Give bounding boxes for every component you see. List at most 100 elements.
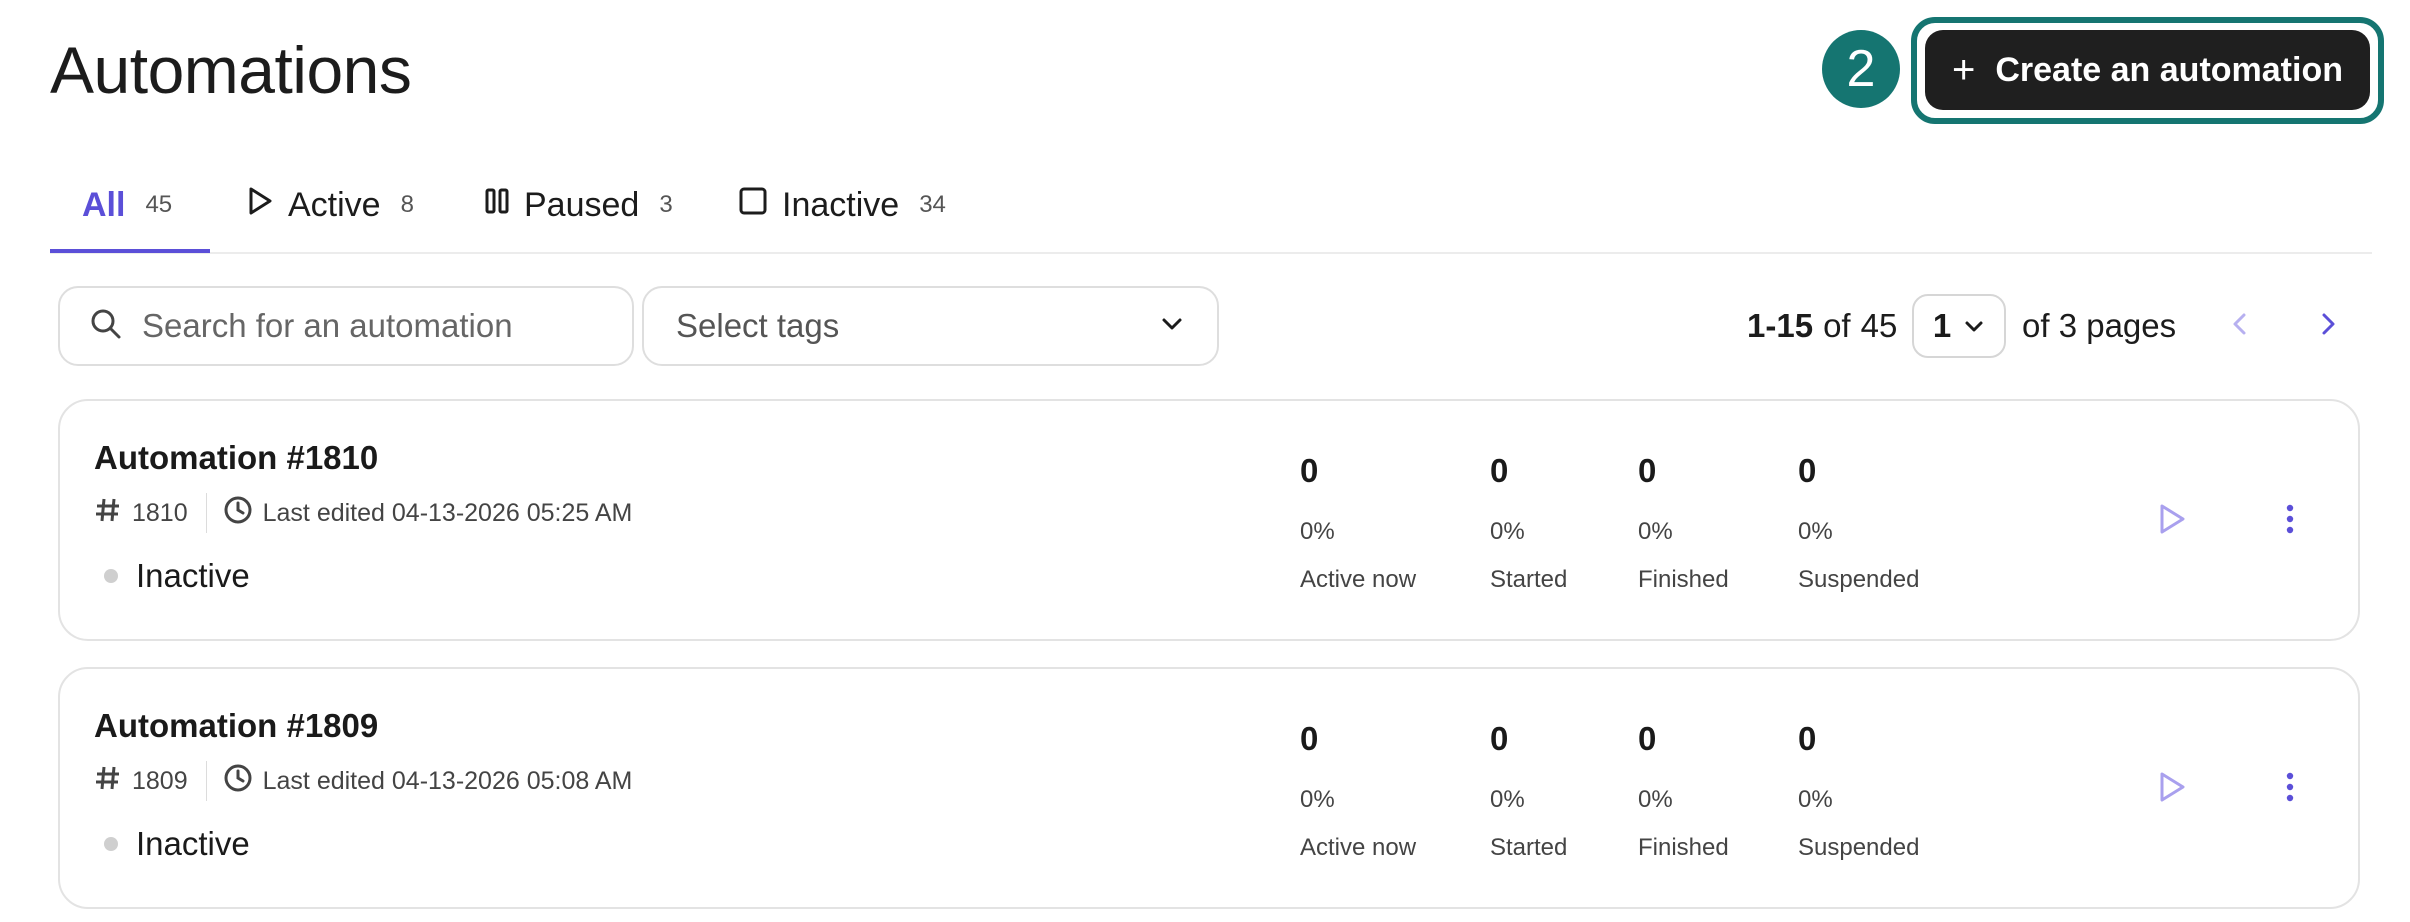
page-count: of 3 pages	[2022, 307, 2177, 344]
chevron-left-icon	[2229, 309, 2251, 344]
metric-label: Finished	[1638, 566, 1729, 593]
last-edited-text: Last edited 04-13-2026 05:25 AM	[262, 498, 633, 527]
metric-percent: 0%	[1638, 518, 1673, 545]
metric-percent: 0%	[1638, 786, 1673, 813]
activate-button[interactable]	[2152, 501, 2192, 541]
status-label: Inactive	[136, 825, 250, 862]
metric-value: 0	[1300, 720, 1319, 757]
metric-suspended: 0 0% Suspended	[1798, 719, 1919, 863]
metric-label: Suspended	[1798, 566, 1920, 593]
metric-label: Suspended	[1798, 834, 1920, 861]
pause-icon	[484, 186, 510, 225]
next-page-button[interactable]	[2308, 305, 2348, 347]
create-automation-label: Create an automation	[1995, 50, 2343, 89]
search-input[interactable]	[140, 306, 604, 346]
tab-count: 34	[919, 191, 946, 218]
activate-button[interactable]	[2152, 769, 2192, 809]
more-options-button[interactable]	[2270, 767, 2310, 811]
more-vertical-icon	[2285, 771, 2295, 808]
metric-percent: 0%	[1300, 786, 1335, 813]
last-edited: Last edited 04-13-2026 05:08 AM	[223, 763, 633, 800]
automation-id-value: 1810	[132, 498, 188, 527]
tags-placeholder: Select tags	[676, 307, 840, 344]
page-select[interactable]: 1	[1912, 294, 2006, 358]
previous-page-button[interactable]	[2220, 305, 2260, 347]
chevron-down-icon	[1963, 307, 1985, 345]
status-dot	[104, 837, 118, 851]
tab-paused[interactable]: Paused 3	[484, 158, 673, 252]
tab-label: Inactive	[782, 185, 900, 224]
tab-all[interactable]: All 45	[82, 158, 172, 252]
metric-label: Started	[1490, 834, 1568, 861]
metric-label: Finished	[1638, 834, 1729, 861]
tab-count: 45	[145, 191, 173, 218]
automation-status: Inactive	[104, 557, 250, 595]
meta-divider	[205, 493, 207, 533]
automation-title[interactable]: Automation #1809	[94, 707, 378, 745]
current-page: 1	[1932, 307, 1952, 344]
metric-percent: 0%	[1798, 786, 1833, 813]
automation-card[interactable]: Automation #1810 1810 Last edited 04-13-…	[58, 399, 2360, 641]
tags-select[interactable]: Select tags	[642, 286, 1219, 366]
metric-value: 0	[1638, 720, 1657, 757]
automation-meta: 1809 Last edited 04-13-2026 05:08 AM	[94, 761, 632, 801]
metric-label: Active now	[1300, 834, 1417, 861]
metric-finished: 0 0% Finished	[1638, 451, 1729, 595]
metric-active-now: 0 0% Active now	[1300, 719, 1416, 863]
search-field[interactable]	[58, 286, 634, 366]
play-icon	[246, 186, 274, 225]
metric-value: 0	[1490, 720, 1509, 757]
metric-percent: 0%	[1490, 786, 1525, 813]
search-icon	[90, 308, 122, 345]
tab-label: All	[82, 185, 126, 224]
clock-icon	[223, 495, 253, 532]
metric-percent: 0%	[1300, 518, 1335, 545]
meta-divider	[205, 761, 207, 801]
tab-count: 3	[659, 191, 673, 218]
metric-label: Started	[1490, 566, 1568, 593]
metric-started: 0 0% Started	[1490, 719, 1567, 863]
tab-active[interactable]: Active 8	[246, 158, 414, 252]
metric-percent: 0%	[1490, 518, 1525, 545]
metric-finished: 0 0% Finished	[1638, 719, 1729, 863]
status-label: Inactive	[136, 557, 250, 594]
page-range: 1-15	[1747, 307, 1814, 344]
of-label: of	[1823, 307, 1851, 344]
metric-suspended: 0 0% Suspended	[1798, 451, 1919, 595]
automation-status: Inactive	[104, 825, 250, 863]
tab-label: Active	[288, 185, 381, 224]
play-icon	[2157, 770, 2187, 809]
hash-icon	[94, 496, 122, 531]
last-edited: Last edited 04-13-2026 05:25 AM	[223, 495, 633, 532]
pagination-summary: 1-15 of 45	[1747, 290, 1897, 362]
step-badge: 2	[1822, 30, 1900, 108]
tab-count: 8	[400, 191, 414, 218]
clock-icon	[223, 763, 253, 800]
automation-id: 1809	[94, 764, 188, 799]
metric-label: Active now	[1300, 566, 1417, 593]
automation-card[interactable]: Automation #1809 1809 Last edited 04-13-…	[58, 667, 2360, 909]
plus-icon: +	[1952, 48, 1976, 92]
page-title: Automations	[50, 33, 412, 107]
status-dot	[104, 569, 118, 583]
automation-meta: 1810 Last edited 04-13-2026 05:25 AM	[94, 493, 632, 533]
more-vertical-icon	[2285, 503, 2295, 540]
play-icon	[2157, 502, 2187, 541]
metric-value: 0	[1798, 720, 1817, 757]
hash-icon	[94, 764, 122, 799]
last-edited-text: Last edited 04-13-2026 05:08 AM	[262, 766, 633, 795]
automation-id: 1810	[94, 496, 188, 531]
tab-bar: All 45 Active 8 Paused 3 Inactive 34	[50, 158, 2372, 254]
metric-percent: 0%	[1798, 518, 1833, 545]
chevron-right-icon	[2317, 309, 2339, 344]
tab-inactive[interactable]: Inactive 34	[738, 158, 946, 252]
create-automation-button[interactable]: + Create an automation	[1925, 30, 2370, 110]
metric-value: 0	[1638, 452, 1657, 489]
total-count: 45	[1860, 307, 1898, 344]
more-options-button[interactable]	[2270, 499, 2310, 543]
square-icon	[738, 186, 768, 225]
metric-started: 0 0% Started	[1490, 451, 1567, 595]
metric-value: 0	[1798, 452, 1817, 489]
automation-title[interactable]: Automation #1810	[94, 439, 378, 477]
automation-id-value: 1809	[132, 766, 188, 795]
